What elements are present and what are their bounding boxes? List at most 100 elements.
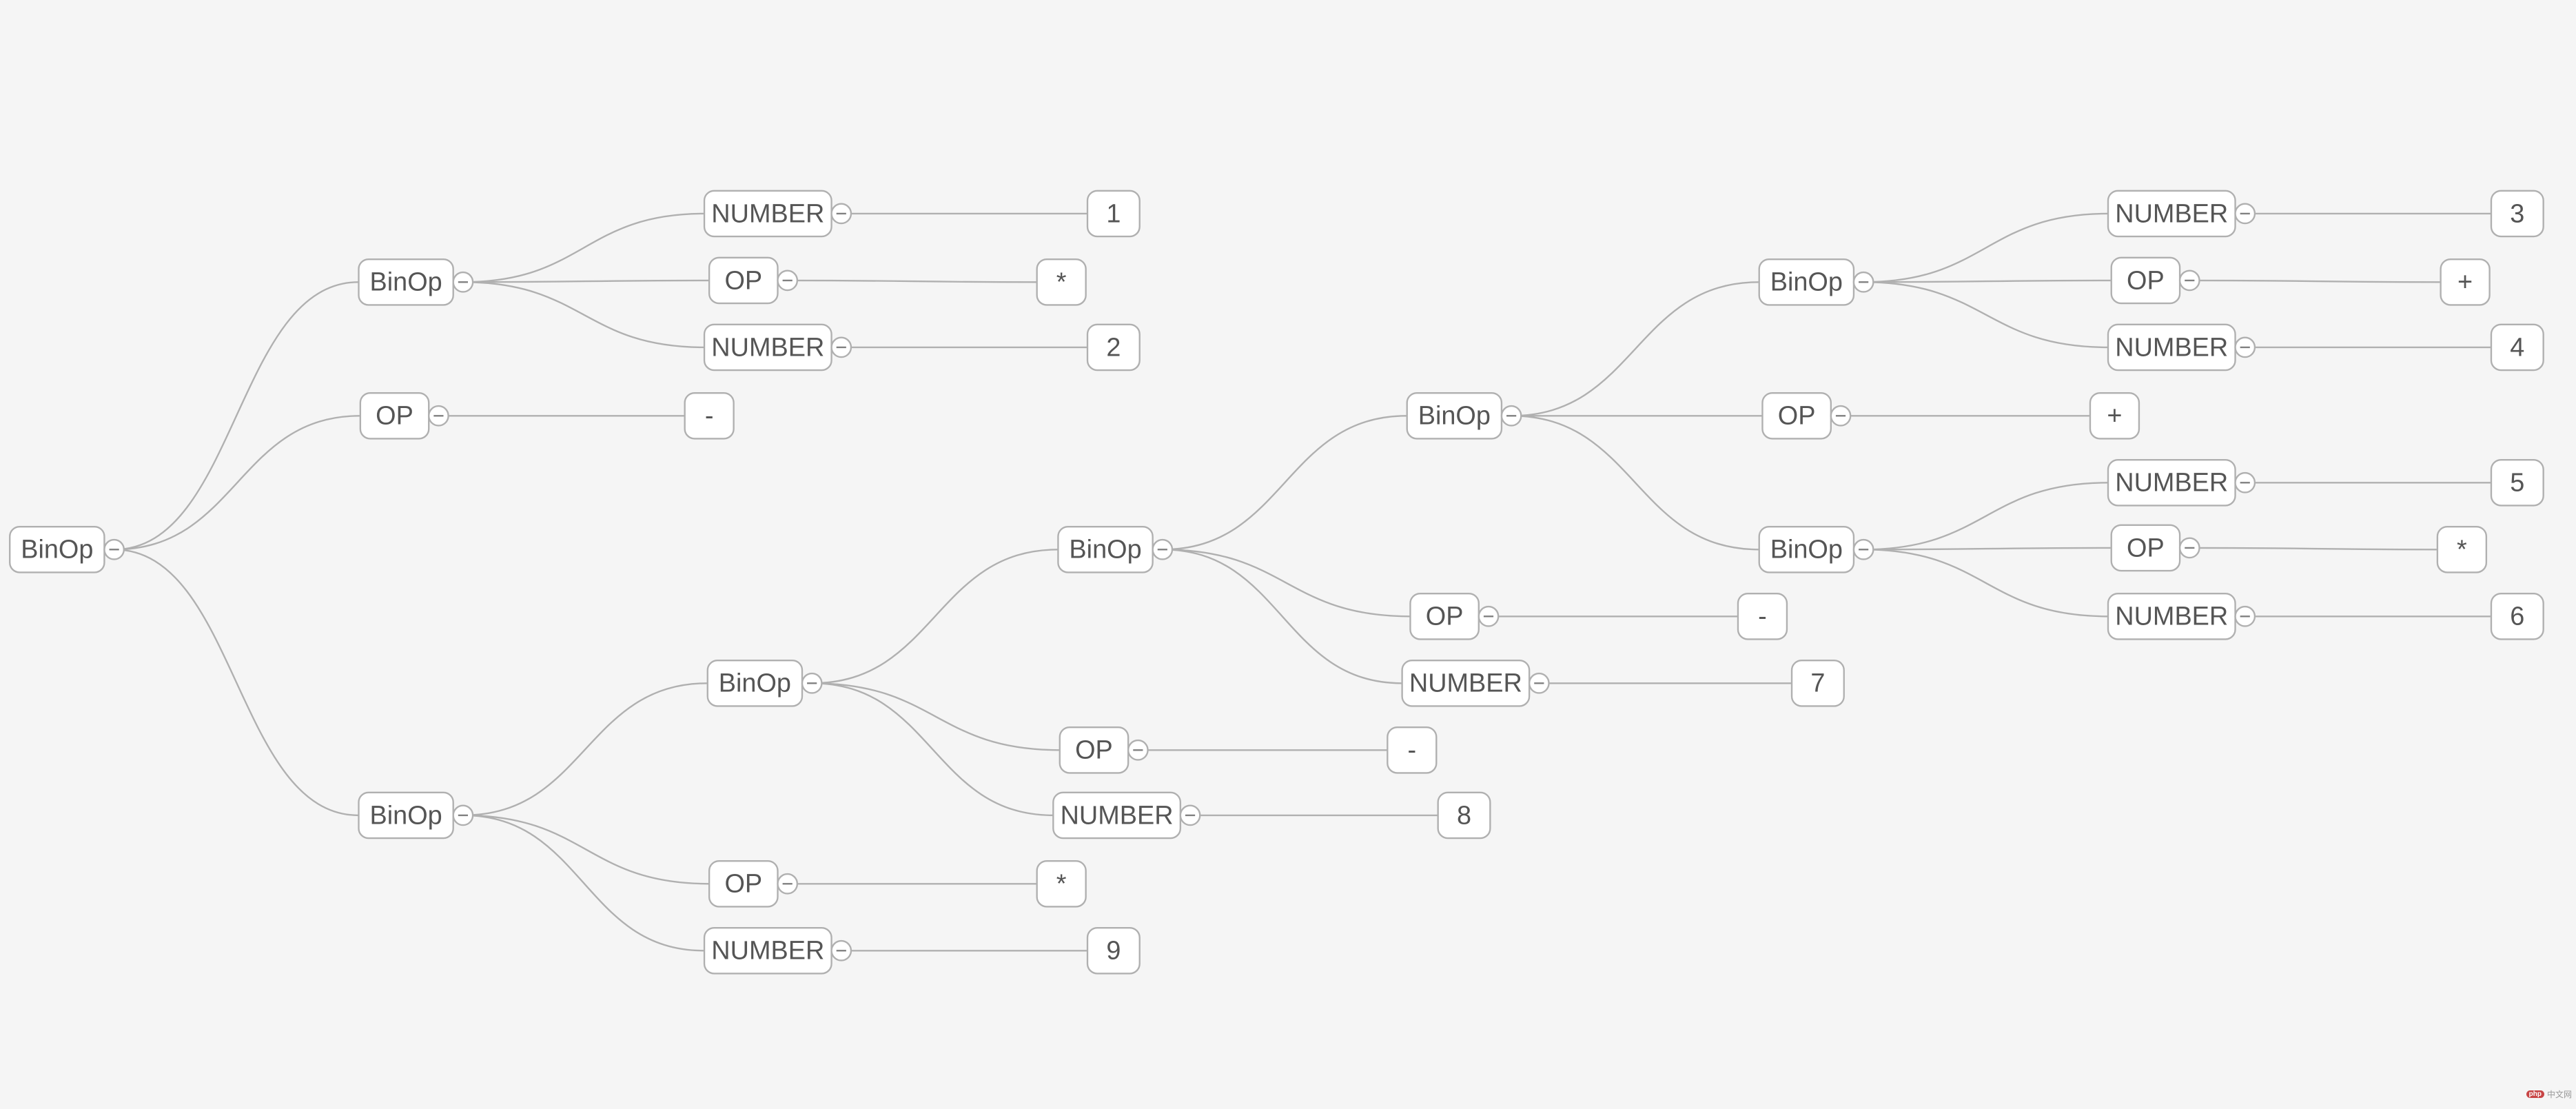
node-label: BinOp bbox=[719, 669, 791, 698]
watermark-text: 中文网 bbox=[2547, 1088, 2572, 1100]
node-label: NUMBER bbox=[2115, 199, 2228, 228]
edge bbox=[114, 282, 359, 549]
node-label: NUMBER bbox=[1061, 801, 1174, 830]
edge bbox=[812, 683, 1053, 815]
node-label: NUMBER bbox=[711, 937, 824, 966]
node-label: * bbox=[1056, 268, 1067, 297]
node-label: OP bbox=[2127, 533, 2165, 562]
edge bbox=[1863, 548, 2112, 549]
edge bbox=[1863, 214, 2108, 282]
tree-node[interactable]: BinOp bbox=[10, 527, 124, 572]
node-label: BinOp bbox=[1770, 268, 1843, 297]
node-label: + bbox=[2107, 402, 2122, 431]
node-label: 1 bbox=[1106, 199, 1121, 228]
node-label: * bbox=[2457, 536, 2467, 564]
tree-node[interactable]: BinOp bbox=[358, 793, 473, 838]
tree-node[interactable]: NUMBER bbox=[2108, 460, 2255, 505]
watermark: php 中文网 bbox=[2526, 1088, 2572, 1100]
tree-node[interactable]: OP bbox=[1410, 593, 1498, 639]
node-label: BinOp bbox=[1418, 402, 1491, 431]
tree-node[interactable]: BinOp bbox=[1759, 259, 1874, 305]
edge bbox=[463, 214, 704, 282]
edge bbox=[1511, 282, 1759, 416]
node-label: OP bbox=[1426, 602, 1464, 631]
node-label: 4 bbox=[2510, 333, 2524, 362]
tree-node[interactable]: - bbox=[1387, 727, 1436, 773]
tree-node[interactable]: NUMBER bbox=[704, 928, 851, 973]
tree-node[interactable]: NUMBER bbox=[1053, 793, 1200, 838]
tree-node[interactable]: * bbox=[1037, 861, 1086, 906]
node-label: - bbox=[1407, 736, 1416, 765]
tree-node[interactable]: NUMBER bbox=[704, 191, 851, 236]
node-label: - bbox=[1758, 602, 1767, 631]
node-label: OP bbox=[376, 402, 413, 431]
tree-node[interactable]: 9 bbox=[1087, 928, 1140, 973]
edge bbox=[463, 281, 709, 282]
tree-node[interactable]: BinOp bbox=[1058, 527, 1172, 572]
node-label: OP bbox=[1778, 402, 1816, 431]
diagram-canvas[interactable]: BinOp BinOp NUMBER 1 OP * NUMBER 2 OP - BinOp BinOp… bbox=[0, 0, 2576, 1109]
tree-node[interactable]: 5 bbox=[2491, 460, 2544, 505]
tree-node[interactable]: OP bbox=[360, 393, 449, 438]
tree-node[interactable]: 7 bbox=[1792, 660, 1844, 706]
node-label: OP bbox=[724, 870, 762, 899]
tree-node[interactable]: 1 bbox=[1087, 191, 1140, 236]
edge bbox=[1863, 281, 2112, 282]
node-label: - bbox=[705, 402, 714, 431]
node-label: OP bbox=[1075, 736, 1113, 765]
node-label: + bbox=[2457, 268, 2473, 297]
tree-node[interactable]: NUMBER bbox=[2108, 191, 2255, 236]
edge bbox=[1511, 416, 1759, 549]
edge bbox=[1863, 549, 2108, 616]
tree-node[interactable]: + bbox=[2090, 393, 2139, 438]
node-label: NUMBER bbox=[711, 333, 824, 362]
edge bbox=[1163, 416, 1407, 549]
tree-node[interactable]: OP bbox=[1762, 393, 1850, 438]
node-label: OP bbox=[2127, 266, 2165, 295]
tree-node[interactable]: 3 bbox=[2491, 191, 2544, 236]
node-label: 3 bbox=[2510, 199, 2524, 228]
tree-node[interactable]: NUMBER bbox=[2108, 593, 2255, 639]
tree-node[interactable]: 8 bbox=[1438, 793, 1491, 838]
node-label: BinOp bbox=[1069, 536, 1141, 564]
tree-node[interactable]: OP bbox=[2112, 525, 2200, 571]
tree-node[interactable]: 2 bbox=[1087, 325, 1140, 370]
edge bbox=[463, 815, 709, 884]
tree-node[interactable]: BinOp bbox=[1759, 527, 1874, 572]
tree-node[interactable]: * bbox=[2437, 527, 2486, 572]
node-label: NUMBER bbox=[2115, 602, 2228, 631]
tree-node[interactable]: OP bbox=[2112, 258, 2200, 303]
node-label: 2 bbox=[1106, 333, 1121, 362]
edge bbox=[1863, 482, 2108, 549]
nodes-layer: BinOp BinOp NUMBER 1 OP * NUMBER 2 OP - BinOp BinOp… bbox=[10, 191, 2543, 974]
node-label: OP bbox=[724, 266, 762, 295]
tree-node[interactable]: NUMBER bbox=[1402, 660, 1549, 706]
tree-node[interactable]: - bbox=[685, 393, 734, 438]
node-label: NUMBER bbox=[711, 199, 824, 228]
node-label: 6 bbox=[2510, 602, 2524, 631]
node-label: NUMBER bbox=[1409, 669, 1522, 698]
tree-node[interactable]: BinOp bbox=[358, 259, 473, 305]
node-label: 5 bbox=[2510, 469, 2524, 498]
tree-node[interactable]: OP bbox=[709, 258, 797, 303]
tree-node[interactable]: * bbox=[1037, 259, 1086, 305]
edge bbox=[1863, 282, 2108, 347]
edge bbox=[2189, 281, 2440, 282]
tree-node[interactable]: + bbox=[2441, 259, 2490, 305]
tree-node[interactable]: NUMBER bbox=[2108, 325, 2255, 370]
edge bbox=[812, 683, 1060, 750]
edge bbox=[1163, 549, 1402, 683]
edge bbox=[788, 281, 1037, 282]
tree-node[interactable]: BinOp bbox=[1407, 393, 1522, 438]
tree-node[interactable]: NUMBER bbox=[704, 325, 851, 370]
edge bbox=[114, 416, 360, 549]
node-label: 8 bbox=[1457, 801, 1471, 830]
edge bbox=[463, 683, 708, 815]
tree-node[interactable]: 4 bbox=[2491, 325, 2544, 370]
tree-node[interactable]: - bbox=[1738, 593, 1787, 639]
tree-node[interactable]: OP bbox=[1060, 727, 1148, 773]
watermark-logo: php bbox=[2526, 1090, 2544, 1098]
tree-node[interactable]: 6 bbox=[2491, 593, 2544, 639]
tree-node[interactable]: BinOp bbox=[708, 660, 822, 706]
tree-node[interactable]: OP bbox=[709, 861, 797, 906]
